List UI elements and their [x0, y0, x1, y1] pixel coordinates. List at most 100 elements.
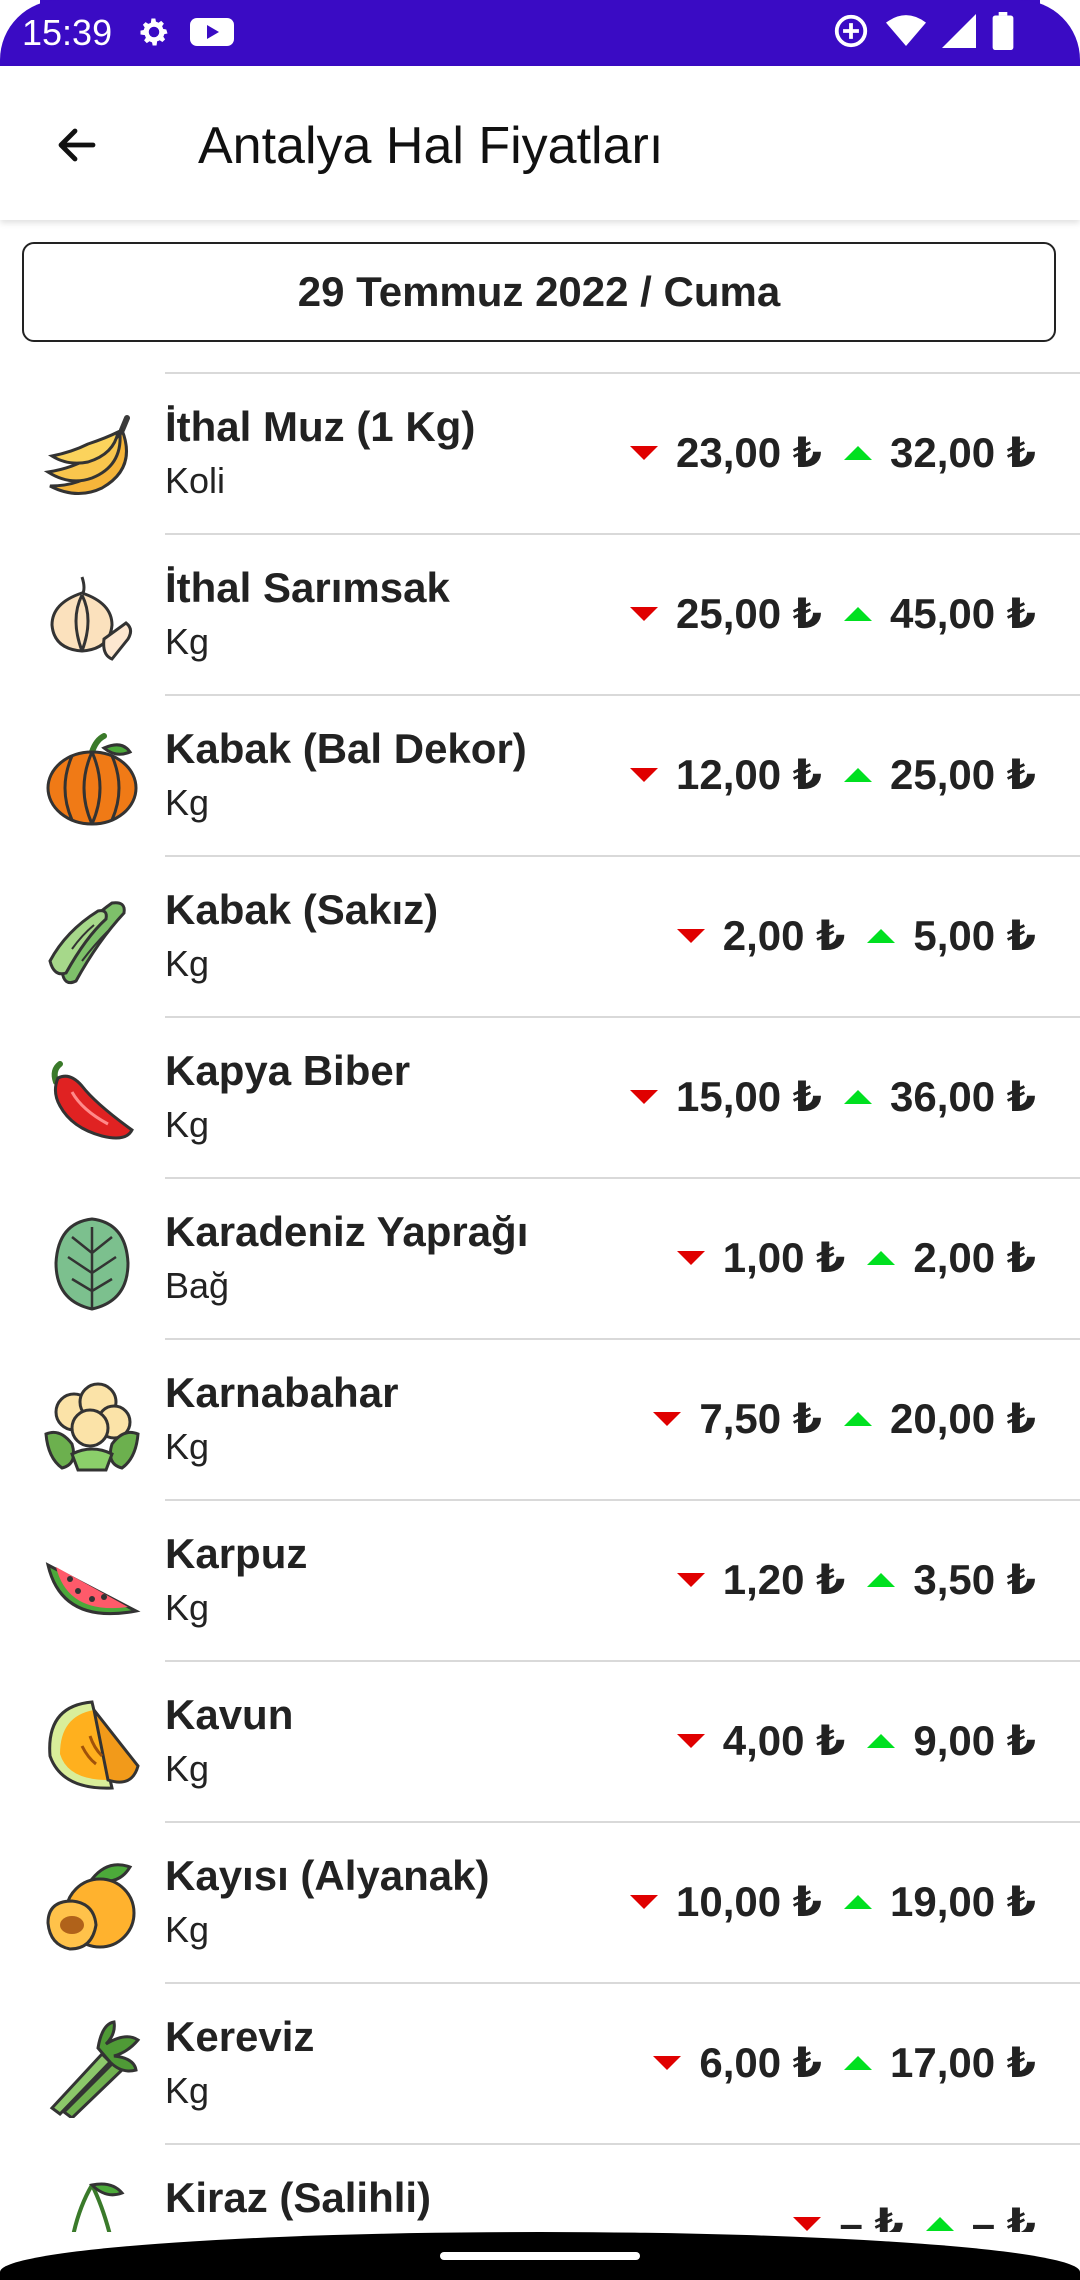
- price-up-icon: [867, 1572, 896, 1587]
- row-divider: [165, 1821, 1080, 1823]
- item-name: Kereviz: [165, 2013, 315, 2060]
- price-down-icon: [630, 445, 658, 460]
- max-price: 32,00 ₺: [890, 429, 1036, 476]
- price-up-icon: [844, 606, 872, 621]
- price-range: 15,00 ₺ 36,00 ₺: [630, 1072, 1036, 1121]
- price-down-icon: [676, 1250, 705, 1265]
- list-item[interactable]: İthal Sarımsak Kg 25,00 ₺ 45,00 ₺: [0, 533, 1080, 694]
- wifi-icon: [886, 15, 926, 46]
- row-divider: [165, 2143, 1080, 2145]
- navigation-bar: [0, 2232, 1080, 2280]
- banana-icon: [43, 415, 130, 495]
- item-name: Kayısı (Alyanak): [165, 1852, 490, 1899]
- price-down-icon: [630, 1894, 658, 1909]
- item-name: İthal Muz (1 Kg): [165, 403, 476, 450]
- max-price: 36,00 ₺: [890, 1073, 1036, 1120]
- price-range: 25,00 ₺ 45,00 ₺: [630, 589, 1036, 638]
- price-down-icon: [630, 1089, 658, 1104]
- item-unit: Kg: [165, 1748, 210, 1789]
- max-price: 45,00 ₺: [890, 590, 1036, 637]
- home-gesture-handle[interactable]: [440, 2252, 640, 2260]
- item-name: Kabak (Sakız): [165, 886, 439, 933]
- list-item[interactable]: İthal Muz (1 Kg) Koli 23,00 ₺ 32,00 ₺: [0, 372, 1080, 533]
- row-divider: [165, 855, 1080, 857]
- price-up-icon: [867, 928, 896, 943]
- battery-icon: [992, 12, 1014, 50]
- item-unit: Kg: [165, 1587, 210, 1628]
- cauliflower-icon: [44, 1382, 140, 1472]
- back-button[interactable]: [42, 110, 112, 180]
- row-divider: [165, 1499, 1080, 1501]
- min-price: 1,00 ₺: [722, 1234, 846, 1281]
- price-down-icon: [630, 606, 658, 621]
- row-divider: [165, 1338, 1080, 1340]
- price-up-icon: [867, 1733, 896, 1748]
- price-down-icon: [630, 767, 658, 782]
- row-divider: [165, 694, 1080, 696]
- list-item[interactable]: Karnabahar Kg 7,50 ₺ 20,00 ₺: [0, 1338, 1080, 1499]
- row-divider: [165, 1177, 1080, 1179]
- item-unit: Koli: [165, 460, 226, 501]
- item-name: Kapya Biber: [165, 1047, 411, 1094]
- list-item[interactable]: Kavun Kg 4,00 ₺ 9,00 ₺: [0, 1660, 1080, 1821]
- price-down-icon: [653, 2055, 682, 2070]
- min-price: 2,00 ₺: [722, 912, 846, 959]
- price-range: 6,00 ₺ 17,00 ₺: [653, 2038, 1036, 2087]
- watermelon-icon: [45, 1562, 141, 1616]
- max-price: 5,00 ₺: [913, 912, 1036, 959]
- max-price: 17,00 ₺: [890, 2039, 1036, 2086]
- min-price: 15,00 ₺: [676, 1073, 822, 1120]
- item-name: Karnabahar: [165, 1369, 399, 1416]
- price-range: – ₺ – ₺: [793, 2199, 1036, 2232]
- row-divider: [165, 533, 1080, 535]
- price-range: 12,00 ₺ 25,00 ₺: [630, 750, 1036, 799]
- status-time: 15:39: [22, 12, 113, 53]
- item-name: Karpuz: [165, 1530, 308, 1577]
- list-item[interactable]: Kereviz Kg 6,00 ₺ 17,00 ₺: [0, 1982, 1080, 2143]
- list-item[interactable]: Karadeniz Yaprağı Bağ 1,00 ₺ 2,00 ₺: [0, 1177, 1080, 1338]
- zucchini-icon: [48, 901, 126, 985]
- price-down-icon: [676, 1733, 705, 1748]
- list-item[interactable]: Kayısı (Alyanak) Kg 10,00 ₺ 19,00 ₺: [0, 1821, 1080, 1982]
- max-price: 20,00 ₺: [890, 1395, 1036, 1442]
- row-divider: [165, 1660, 1080, 1662]
- row-divider: [165, 1016, 1080, 1018]
- row-divider: [165, 372, 1080, 374]
- date-selector[interactable]: 29 Temmuz 2022 / Cuma: [22, 242, 1056, 342]
- app-bar: Antalya Hal Fiyatları: [0, 66, 1080, 220]
- list-item[interactable]: Kiraz (Salihli) – ₺ – ₺: [0, 2143, 1080, 2232]
- max-price: 25,00 ₺: [890, 751, 1036, 798]
- status-bar: 15:39: [0, 0, 1080, 132]
- pepper-icon: [51, 1061, 134, 1140]
- item-unit: Kg: [165, 1909, 210, 1950]
- price-up-icon: [867, 1250, 896, 1265]
- max-price: 9,00 ₺: [913, 1717, 1036, 1764]
- item-name: İthal Sarımsak: [165, 564, 450, 611]
- arrow-left-icon: [58, 128, 96, 162]
- celery-icon: [49, 2020, 141, 2118]
- page-title: Antalya Hal Fiyatları: [198, 117, 664, 175]
- apricot-icon: [46, 1863, 136, 1951]
- max-price: 2,00 ₺: [913, 1234, 1036, 1281]
- price-up-icon: [844, 767, 872, 782]
- item-name: Kavun: [165, 1691, 294, 1738]
- price-up-icon: [844, 1089, 872, 1104]
- item-name: Karadeniz Yaprağı: [165, 1208, 529, 1255]
- min-price: 6,00 ₺: [699, 2039, 822, 2086]
- list-item[interactable]: Kabak (Bal Dekor) Kg 12,00 ₺ 25,00 ₺: [0, 694, 1080, 855]
- list-item[interactable]: Karpuz Kg 1,20 ₺ 3,50 ₺: [0, 1499, 1080, 1660]
- item-name: Kabak (Bal Dekor): [165, 725, 527, 772]
- min-price: – ₺: [839, 2200, 904, 2232]
- min-price: 23,00 ₺: [676, 429, 822, 476]
- price-list: İthal Muz (1 Kg) Koli 23,00 ₺ 32,00 ₺ İt…: [0, 372, 1080, 2232]
- row-divider: [165, 1982, 1080, 1984]
- list-item[interactable]: Kabak (Sakız) Kg 2,00 ₺ 5,00 ₺: [0, 855, 1080, 1016]
- price-up-icon: [844, 1411, 872, 1426]
- price-up-icon: [844, 2055, 872, 2070]
- pumpkin-icon: [46, 733, 138, 826]
- item-unit: Kg: [165, 1104, 210, 1145]
- list-item[interactable]: Kapya Biber Kg 15,00 ₺ 36,00 ₺: [0, 1016, 1080, 1177]
- price-down-icon: [676, 1572, 705, 1587]
- garlic-icon: [50, 576, 133, 661]
- leaf-icon: [54, 1217, 130, 1311]
